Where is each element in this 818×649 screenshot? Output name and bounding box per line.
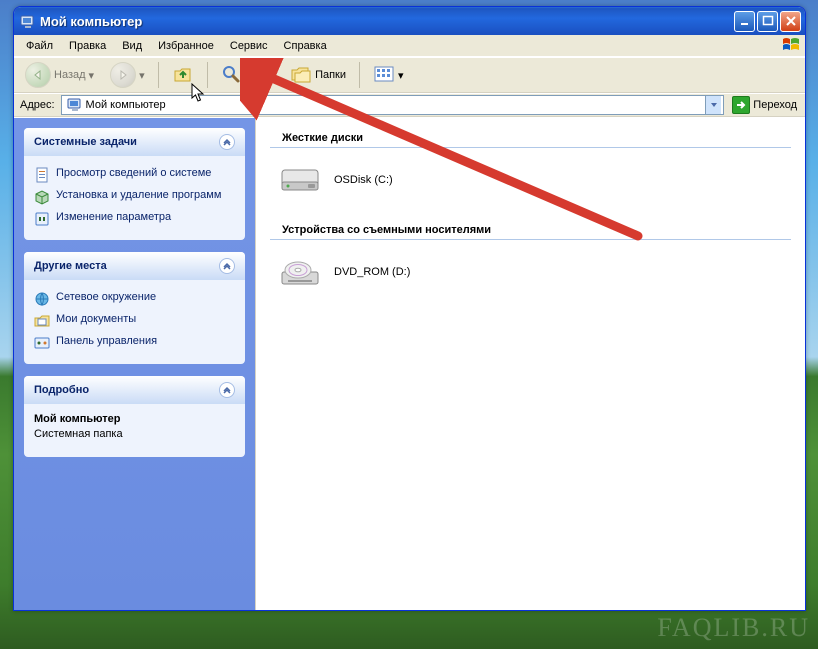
details-panel: Подробно Мой компьютер Системная папка bbox=[24, 376, 245, 457]
details-name: Мой компьютер bbox=[34, 412, 235, 427]
toolbar: Назад ▾ ▾ Поиск Папки ▾ bbox=[14, 57, 805, 93]
hard-disk-icon bbox=[278, 160, 322, 200]
search-button[interactable]: Поиск bbox=[216, 61, 279, 90]
panel-title: Подробно bbox=[34, 384, 89, 396]
minimize-button[interactable] bbox=[734, 11, 755, 32]
details-type: Системная папка bbox=[34, 427, 235, 442]
panel-title: Системные задачи bbox=[34, 136, 137, 148]
chevron-up-icon bbox=[219, 134, 235, 150]
task-system-info[interactable]: Просмотр сведений о системе bbox=[34, 164, 235, 186]
window-title: Мой компьютер bbox=[40, 14, 734, 29]
menu-edit[interactable]: Правка bbox=[61, 38, 114, 54]
my-computer-icon bbox=[67, 96, 83, 115]
back-icon bbox=[25, 62, 51, 88]
separator bbox=[359, 62, 360, 88]
titlebar[interactable]: Мой компьютер bbox=[14, 7, 805, 35]
body: Системные задачи Просмотр сведений о сис… bbox=[14, 117, 805, 610]
forward-button[interactable]: ▾ bbox=[105, 59, 150, 91]
box-icon bbox=[34, 189, 50, 205]
group-header-removable: Устройства со съемными носителями bbox=[270, 220, 791, 240]
place-network[interactable]: Сетевое окружение bbox=[34, 288, 235, 310]
tasks-pane: Системные задачи Просмотр сведений о сис… bbox=[14, 118, 255, 610]
network-icon bbox=[34, 291, 50, 307]
folder-up-icon bbox=[172, 63, 194, 88]
menubar: Файл Правка Вид Избранное Сервис Справка bbox=[14, 35, 805, 57]
task-change-setting[interactable]: Изменение параметра bbox=[34, 208, 235, 230]
go-label: Переход bbox=[753, 99, 797, 111]
go-arrow-icon bbox=[732, 96, 750, 114]
menu-favorites[interactable]: Избранное bbox=[150, 38, 222, 54]
folders-icon bbox=[290, 64, 312, 87]
address-value: Мой компьютер bbox=[86, 99, 706, 111]
task-add-remove[interactable]: Установка и удаление программ bbox=[34, 186, 235, 208]
address-label: Адрес: bbox=[18, 99, 57, 111]
drive-label: DVD_ROM (D:) bbox=[334, 266, 410, 278]
address-bar: Адрес: Мой компьютер Переход bbox=[14, 93, 805, 117]
dropdown-icon: ▾ bbox=[89, 69, 95, 82]
search-icon bbox=[221, 64, 241, 87]
go-button[interactable]: Переход bbox=[728, 95, 801, 115]
panel-header[interactable]: Другие места bbox=[24, 252, 245, 280]
document-icon bbox=[34, 167, 50, 183]
menu-view[interactable]: Вид bbox=[114, 38, 150, 54]
address-dropdown[interactable] bbox=[705, 96, 721, 114]
back-label: Назад bbox=[54, 69, 86, 81]
settings-icon bbox=[34, 211, 50, 227]
content-pane[interactable]: Жесткие диски OSDisk (C:) Устройства со … bbox=[255, 118, 805, 610]
dvd-drive-icon bbox=[278, 252, 322, 292]
place-control-panel[interactable]: Панель управления bbox=[34, 332, 235, 354]
dropdown-icon: ▾ bbox=[398, 69, 404, 82]
windows-logo-icon bbox=[781, 37, 801, 53]
control-panel-icon bbox=[34, 335, 50, 351]
panel-header[interactable]: Системные задачи bbox=[24, 128, 245, 156]
explorer-window: Мой компьютер Файл Правка Вид Избранное … bbox=[13, 6, 806, 611]
separator bbox=[207, 62, 208, 88]
chevron-up-icon bbox=[219, 258, 235, 274]
chevron-up-icon bbox=[219, 382, 235, 398]
system-tasks-panel: Системные задачи Просмотр сведений о сис… bbox=[24, 128, 245, 240]
other-places-panel: Другие места Сетевое окружение Мои докум… bbox=[24, 252, 245, 364]
menu-help[interactable]: Справка bbox=[276, 38, 335, 54]
dropdown-icon: ▾ bbox=[139, 69, 145, 82]
panel-title: Другие места bbox=[34, 260, 107, 272]
folder-icon bbox=[34, 313, 50, 329]
group-header-hdd: Жесткие диски bbox=[270, 128, 791, 148]
back-button[interactable]: Назад ▾ bbox=[20, 59, 99, 91]
close-button[interactable] bbox=[780, 11, 801, 32]
drive-item-dvd[interactable]: DVD_ROM (D:) bbox=[256, 250, 805, 306]
place-documents[interactable]: Мои документы bbox=[34, 310, 235, 332]
drive-label: OSDisk (C:) bbox=[334, 174, 393, 186]
menu-file[interactable]: Файл bbox=[18, 38, 61, 54]
views-icon bbox=[373, 65, 395, 86]
window-controls bbox=[734, 11, 801, 32]
folders-label: Папки bbox=[315, 69, 346, 81]
panel-header[interactable]: Подробно bbox=[24, 376, 245, 404]
views-button[interactable]: ▾ bbox=[368, 62, 409, 89]
folders-button[interactable]: Папки bbox=[285, 61, 351, 90]
menu-tools[interactable]: Сервис bbox=[222, 38, 276, 54]
forward-icon bbox=[110, 62, 136, 88]
maximize-button[interactable] bbox=[757, 11, 778, 32]
address-input[interactable]: Мой компьютер bbox=[61, 95, 725, 115]
watermark: FAQLIB.RU bbox=[657, 613, 810, 643]
up-button[interactable] bbox=[167, 60, 199, 91]
search-label: Поиск bbox=[244, 69, 274, 81]
separator bbox=[158, 62, 159, 88]
my-computer-icon bbox=[20, 13, 36, 29]
drive-item-c[interactable]: OSDisk (C:) bbox=[256, 158, 805, 214]
